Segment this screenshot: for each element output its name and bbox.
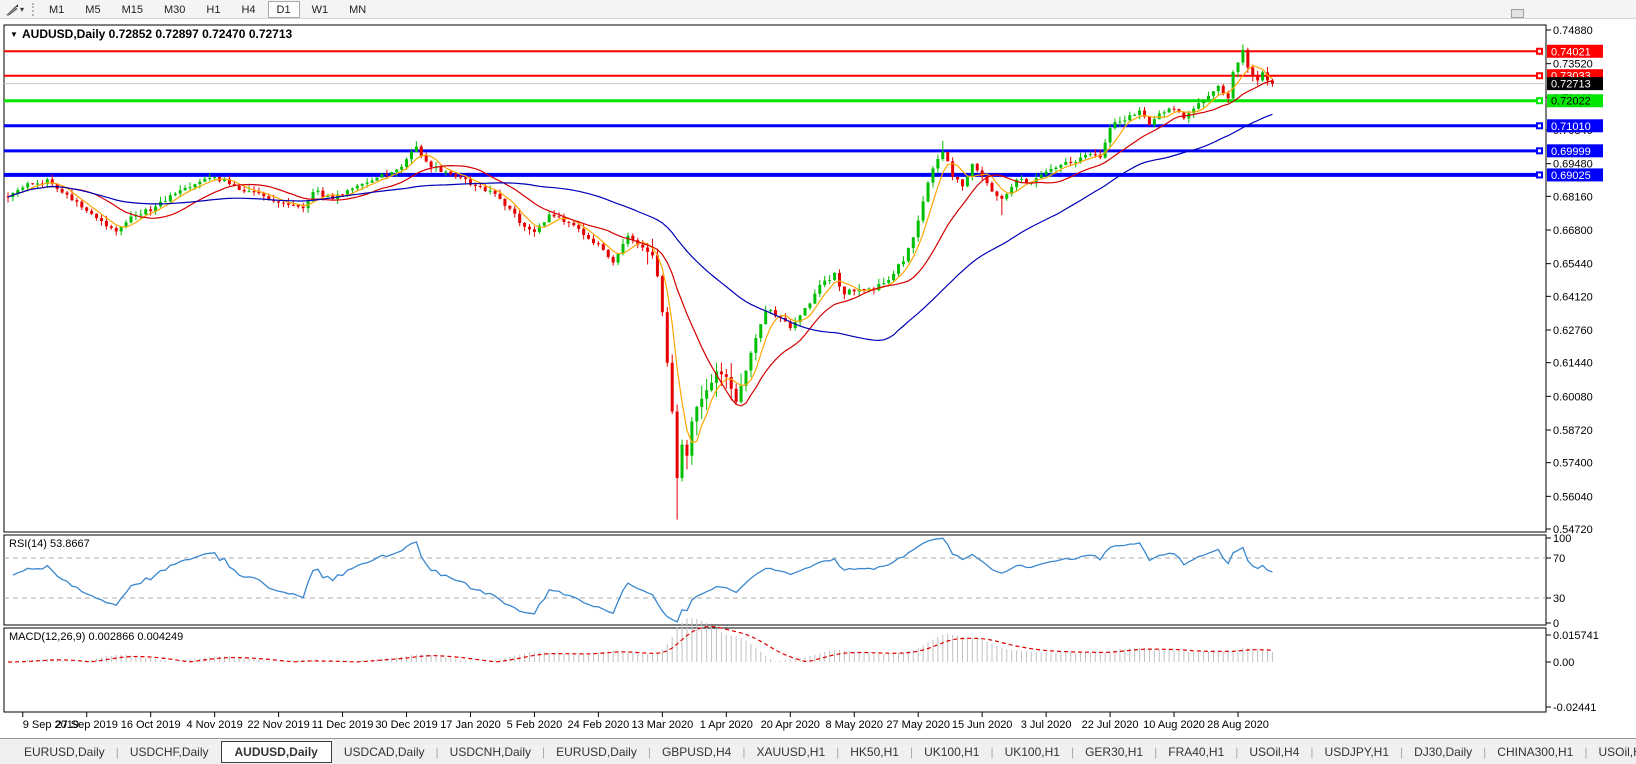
chart-tab-hk50-h1[interactable]: HK50,H1 bbox=[840, 742, 909, 762]
svg-text:0.66800: 0.66800 bbox=[1553, 225, 1593, 237]
svg-text:100: 100 bbox=[1553, 533, 1571, 545]
date-tick-label: 3 Jul 2020 bbox=[1021, 719, 1072, 731]
draw-cursor-icon bbox=[6, 3, 18, 15]
timeframe-button-m1[interactable]: M1 bbox=[40, 1, 73, 18]
svg-text:0.60080: 0.60080 bbox=[1553, 391, 1593, 403]
date-tick-label: 20 Apr 2020 bbox=[761, 719, 820, 731]
date-tick-label: 28 Aug 2020 bbox=[1207, 719, 1269, 731]
date-tick-label: 30 Dec 2019 bbox=[375, 719, 437, 731]
svg-text:0.72022: 0.72022 bbox=[1551, 96, 1591, 108]
cursor-tool-button[interactable]: ▾ bbox=[2, 1, 28, 17]
chart-tab-usdjpy-h1[interactable]: USDJPY,H1 bbox=[1315, 742, 1399, 762]
svg-text:0.64120: 0.64120 bbox=[1553, 291, 1593, 303]
svg-text:0.00: 0.00 bbox=[1553, 657, 1574, 669]
timeframe-button-d1[interactable]: D1 bbox=[267, 0, 300, 18]
chart-tab-gbpusd-h4[interactable]: GBPUSD,H4 bbox=[652, 742, 741, 762]
date-tick-label: 22 Jul 2020 bbox=[1082, 719, 1139, 731]
timeframe-button-w1[interactable]: W1 bbox=[303, 1, 338, 18]
svg-text:0.74880: 0.74880 bbox=[1553, 25, 1593, 37]
chart-tab-usdchf-daily[interactable]: USDCHF,Daily bbox=[120, 742, 219, 762]
window-scroll-stub[interactable] bbox=[1511, 9, 1524, 18]
svg-text:30: 30 bbox=[1553, 593, 1565, 605]
date-tick-label: 8 May 2020 bbox=[825, 719, 882, 731]
timeframe-button-mn[interactable]: MN bbox=[340, 1, 375, 18]
chart-tab-usdcnh-daily[interactable]: USDCNH,Daily bbox=[440, 742, 541, 762]
chart-tab-eurusd-daily[interactable]: EURUSD,Daily bbox=[14, 742, 115, 762]
toolbar-grip bbox=[32, 2, 34, 16]
chart-tab-fra40-h1[interactable]: FRA40,H1 bbox=[1158, 742, 1234, 762]
chart-title: AUDUSD,Daily 0.72852 0.72897 0.72470 0.7… bbox=[22, 27, 293, 41]
chart-tab-usdcad-daily[interactable]: USDCAD,Daily bbox=[334, 742, 435, 762]
timeframe-toolbar: ▾ M1 M5 M15 M30 H1 H4 D1 W1 MN bbox=[0, 0, 1636, 19]
chart-tab-eurusd-daily[interactable]: EURUSD,Daily bbox=[546, 742, 647, 762]
svg-text:0.57400: 0.57400 bbox=[1553, 458, 1593, 470]
date-tick-label: 27 Sep 2019 bbox=[56, 719, 118, 731]
svg-text:-0.02441: -0.02441 bbox=[1553, 702, 1596, 714]
date-tick-label: 27 May 2020 bbox=[886, 719, 950, 731]
date-tick-label: 1 Apr 2020 bbox=[700, 719, 753, 731]
timeframe-button-h1[interactable]: H1 bbox=[197, 1, 229, 18]
svg-text:0.74021: 0.74021 bbox=[1551, 46, 1591, 58]
svg-text:0: 0 bbox=[1553, 618, 1559, 630]
date-tick-label: 17 Jan 2020 bbox=[440, 719, 501, 731]
chart-tab-china300-h1[interactable]: CHINA300,H1 bbox=[1487, 742, 1583, 762]
rsi-label: RSI(14) 53.8667 bbox=[9, 538, 90, 550]
price-chart[interactable]: 0.748800.735200.721600.708400.694800.681… bbox=[0, 19, 1636, 738]
svg-text:0.69999: 0.69999 bbox=[1551, 146, 1591, 158]
svg-text:0.69025: 0.69025 bbox=[1551, 170, 1591, 182]
svg-text:0.56040: 0.56040 bbox=[1553, 491, 1593, 503]
date-tick-label: 10 Aug 2020 bbox=[1143, 719, 1205, 731]
chart-tab-xauusd-h1[interactable]: XAUUSD,H1 bbox=[746, 742, 835, 762]
chart-tab-audusd-daily[interactable]: AUDUSD,Daily bbox=[220, 740, 332, 763]
chart-tab-uk100-h1[interactable]: UK100,H1 bbox=[995, 742, 1070, 762]
date-tick-label: 11 Dec 2019 bbox=[312, 719, 374, 731]
date-tick-label: 5 Feb 2020 bbox=[507, 719, 563, 731]
svg-text:▼: ▼ bbox=[10, 30, 18, 39]
chart-tab-dj30-daily[interactable]: DJ30,Daily bbox=[1404, 742, 1482, 762]
chart-window: 0.748800.735200.721600.708400.694800.681… bbox=[0, 19, 1636, 738]
chart-tab-bar: EURUSD,Daily | USDCHF,Daily AUDUSD,Daily USD… bbox=[0, 738, 1636, 764]
chart-tab-ger30-h1[interactable]: GER30,H1 bbox=[1075, 742, 1153, 762]
chevron-down-icon: ▾ bbox=[19, 4, 24, 14]
svg-text:0.71010: 0.71010 bbox=[1551, 121, 1591, 133]
svg-text:0.65440: 0.65440 bbox=[1553, 259, 1593, 271]
timeframe-button-m30[interactable]: M30 bbox=[155, 1, 194, 18]
svg-text:0.61440: 0.61440 bbox=[1553, 358, 1593, 370]
date-tick-label: 13 Mar 2020 bbox=[631, 719, 693, 731]
svg-text:0.73520: 0.73520 bbox=[1553, 59, 1593, 71]
svg-text:0.58720: 0.58720 bbox=[1553, 425, 1593, 437]
svg-text:70: 70 bbox=[1553, 553, 1565, 565]
date-tick-label: 4 Nov 2019 bbox=[187, 719, 243, 731]
date-tick-label: 15 Jun 2020 bbox=[952, 719, 1013, 731]
svg-text:0.015741: 0.015741 bbox=[1553, 630, 1599, 642]
timeframe-button-m15[interactable]: M15 bbox=[113, 1, 152, 18]
macd-label: MACD(12,26,9) 0.002866 0.004249 bbox=[9, 631, 183, 643]
timeframe-button-m5[interactable]: M5 bbox=[76, 1, 109, 18]
svg-text:0.68160: 0.68160 bbox=[1553, 191, 1593, 203]
svg-text:0.62760: 0.62760 bbox=[1553, 325, 1593, 337]
date-tick-label: 22 Nov 2019 bbox=[247, 719, 309, 731]
svg-text:0.72713: 0.72713 bbox=[1551, 79, 1591, 91]
timeframe-button-h4[interactable]: H4 bbox=[232, 1, 264, 18]
date-tick-label: 16 Oct 2019 bbox=[121, 719, 181, 731]
chart-tab-uk100-h1[interactable]: UK100,H1 bbox=[914, 742, 989, 762]
chart-tab-usoil-h4[interactable]: USOil,H4 bbox=[1239, 742, 1309, 762]
date-tick-label: 24 Feb 2020 bbox=[568, 719, 630, 731]
chart-tab-usoil-h1[interactable]: USOil,H1 bbox=[1588, 742, 1636, 762]
